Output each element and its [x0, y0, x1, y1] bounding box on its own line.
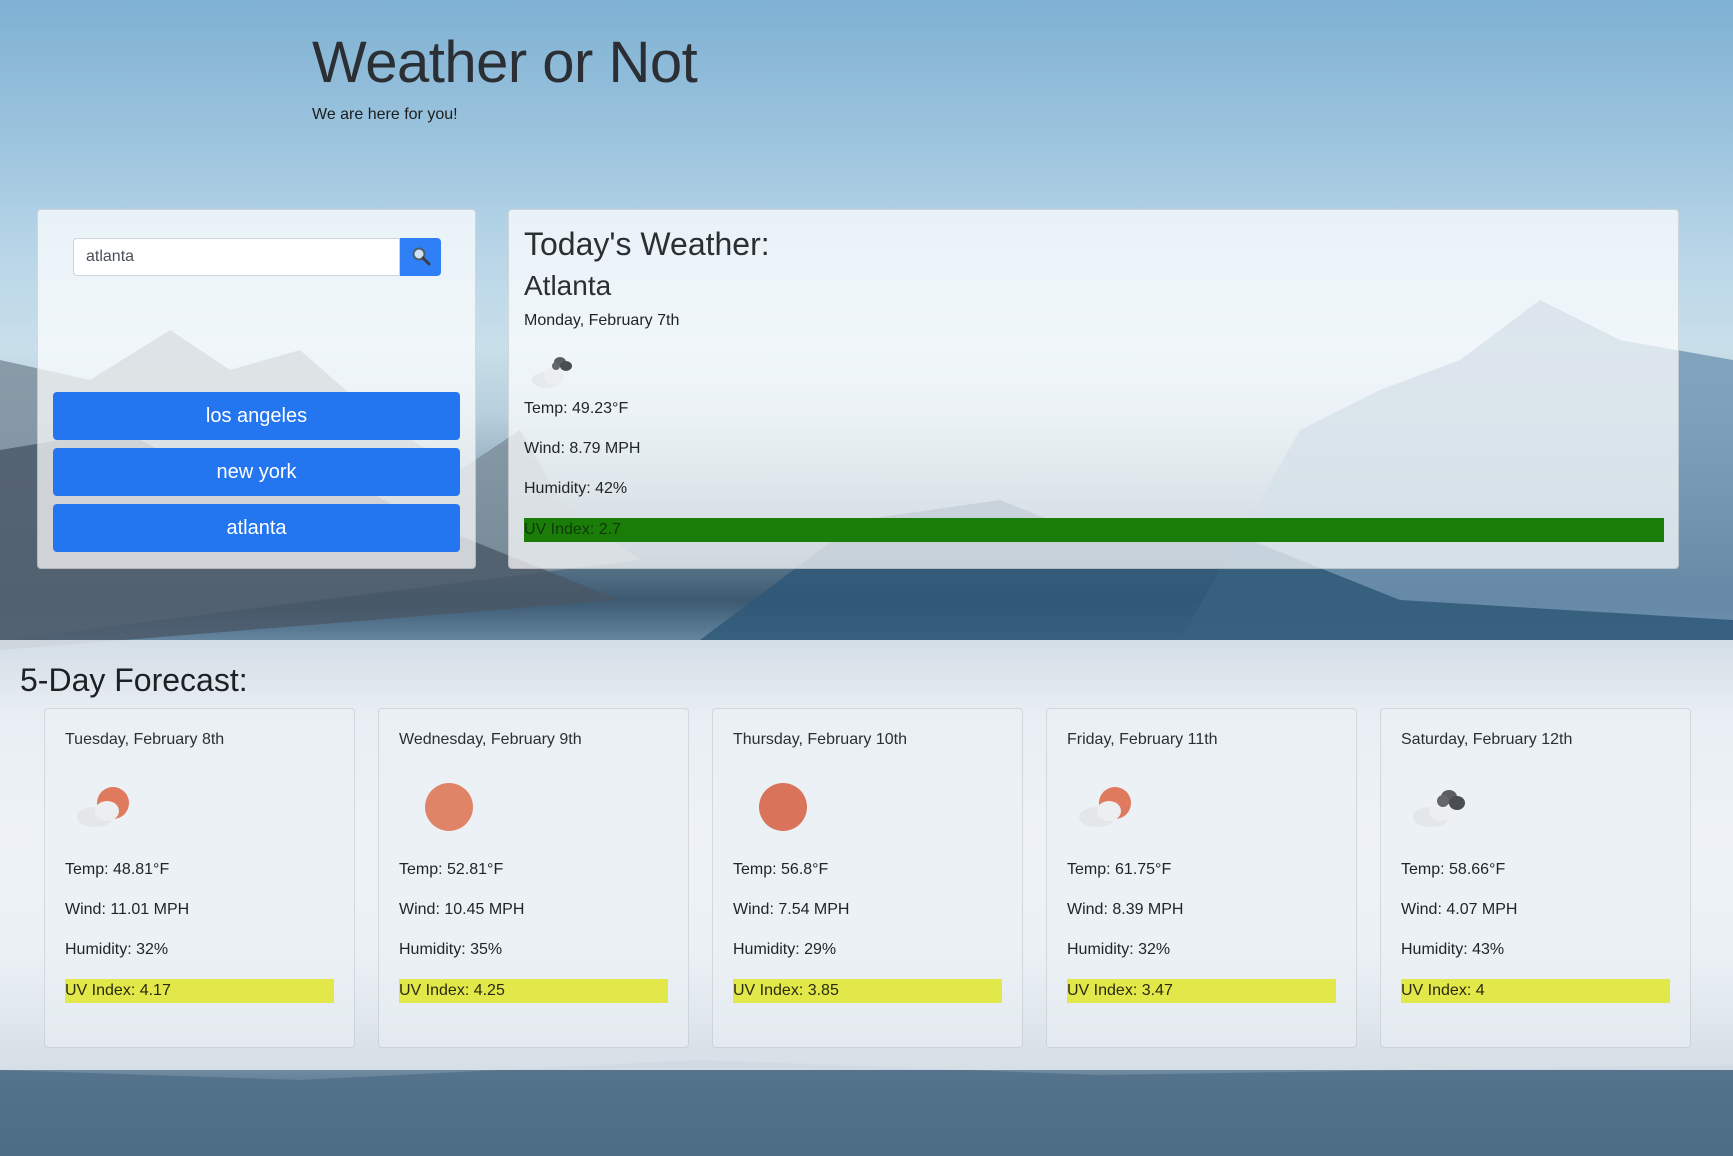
- forecast-card: Friday, February 11th Temp: 61.75°F Wind…: [1046, 708, 1357, 1048]
- site-title: Weather or Not: [312, 30, 698, 95]
- forecast-temp: Temp: 61.75°F: [1067, 861, 1172, 878]
- forecast-heading: 5-Day Forecast:: [20, 662, 248, 698]
- forecast-uv-index: UV Index: 3.47: [1067, 979, 1336, 1003]
- search-history: los angeles new york atlanta: [53, 392, 460, 560]
- current-stats: Temp: 49.23°F Wind: 8.79 MPH Humidity: 4…: [524, 398, 1663, 500]
- current-uv-index: UV Index: 2.7: [524, 518, 1664, 542]
- forecast-date: Saturday, February 12th: [1401, 731, 1573, 748]
- forecast-date: Wednesday, February 9th: [399, 731, 582, 748]
- current-weather-heading: Today's Weather:: [524, 226, 770, 262]
- forecast-wind: Wind: 11.01 MPH: [65, 901, 190, 918]
- forecast-wind: Wind: 10.45 MPH: [399, 901, 525, 918]
- forecast-date: Friday, February 11th: [1067, 731, 1218, 748]
- search-form: [73, 238, 441, 276]
- site-header: Weather or Not We are here for you!: [312, 30, 698, 124]
- current-weather-panel: Today's Weather: Atlanta Monday, Februar…: [508, 209, 1679, 569]
- cloudy-icon: [1401, 775, 1670, 835]
- search-button[interactable]: [400, 238, 441, 276]
- forecast-date: Thursday, February 10th: [733, 731, 908, 748]
- sun-icon: [733, 775, 1002, 835]
- history-button-new-york[interactable]: new york: [53, 448, 460, 496]
- forecast-date: Tuesday, February 8th: [65, 731, 225, 748]
- forecast-humidity: Humidity: 43%: [1401, 941, 1505, 958]
- forecast-uv-index: UV Index: 3.85: [733, 979, 1002, 1003]
- forecast-temp: Temp: 56.8°F: [733, 861, 829, 878]
- forecast-card: Saturday, February 12th Temp: 58.66°F Wi…: [1380, 708, 1691, 1048]
- forecast-card: Thursday, February 10th Temp: 56.8°F Win…: [712, 708, 1023, 1048]
- city-search-input[interactable]: [73, 238, 400, 276]
- current-city-name: Atlanta: [524, 270, 612, 301]
- search-icon: [411, 246, 431, 269]
- forecast-uv-index: UV Index: 4.25: [399, 979, 668, 1003]
- current-humidity: Humidity: 42%: [524, 480, 628, 497]
- forecast-wind: Wind: 4.07 MPH: [1401, 901, 1518, 918]
- partly-sunny-icon: [65, 775, 334, 835]
- partly-sunny-icon: [1067, 775, 1336, 835]
- forecast-card: Tuesday, February 8th Temp: 48.81°F Wind…: [44, 708, 355, 1048]
- forecast-uv-index: UV Index: 4.17: [65, 979, 334, 1003]
- forecast-uv-index: UV Index: 4: [1401, 979, 1670, 1003]
- forecast-humidity: Humidity: 35%: [399, 941, 503, 958]
- cloudy-icon: [524, 348, 1663, 390]
- forecast-humidity: Humidity: 32%: [65, 941, 169, 958]
- forecast-wind: Wind: 8.39 MPH: [1067, 901, 1184, 918]
- forecast-temp: Temp: 52.81°F: [399, 861, 504, 878]
- current-temp: Temp: 49.23°F: [524, 400, 629, 417]
- forecast-section: 5-Day Forecast: Tuesday, February 8th Te…: [0, 640, 1733, 1070]
- forecast-humidity: Humidity: 32%: [1067, 941, 1171, 958]
- sun-icon: [399, 775, 668, 835]
- forecast-humidity: Humidity: 29%: [733, 941, 837, 958]
- search-panel: los angeles new york atlanta: [37, 209, 476, 569]
- forecast-wind: Wind: 7.54 MPH: [733, 901, 850, 918]
- forecast-temp: Temp: 58.66°F: [1401, 861, 1506, 878]
- site-tagline: We are here for you!: [312, 106, 458, 123]
- history-button-los-angeles[interactable]: los angeles: [53, 392, 460, 440]
- current-date: Monday, February 7th: [524, 312, 680, 329]
- history-button-atlanta[interactable]: atlanta: [53, 504, 460, 552]
- current-wind: Wind: 8.79 MPH: [524, 440, 641, 457]
- forecast-temp: Temp: 48.81°F: [65, 861, 170, 878]
- forecast-card: Wednesday, February 9th Temp: 52.81°F Wi…: [378, 708, 689, 1048]
